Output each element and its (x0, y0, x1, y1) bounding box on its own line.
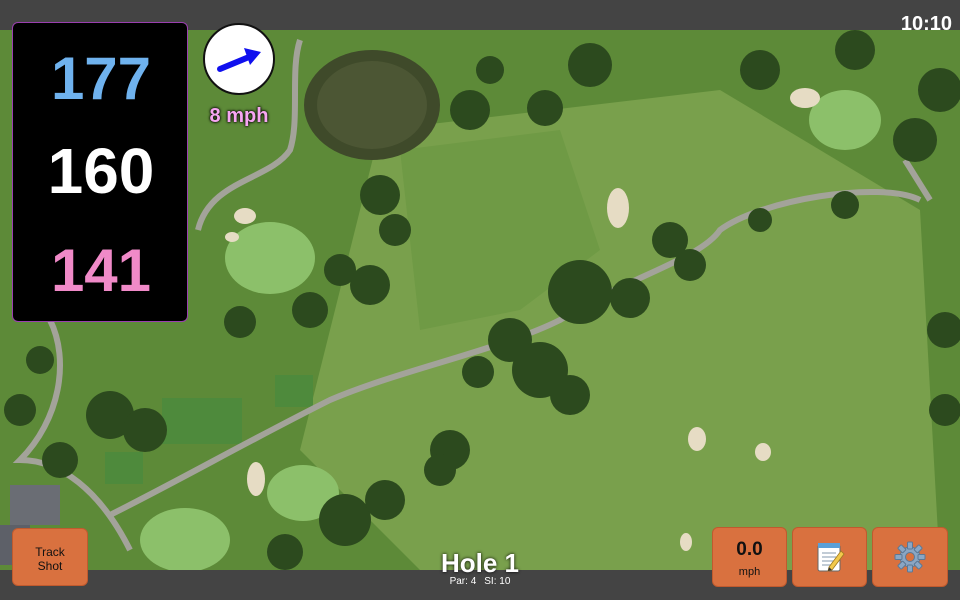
speed-unit: mph (738, 566, 761, 578)
hole-info: Par: 4 SI: 10 (380, 577, 580, 587)
notes-button[interactable] (792, 527, 867, 587)
speed-value: 0.0 (736, 539, 763, 560)
bunker (688, 427, 706, 451)
back-distance: 177 (50, 45, 152, 112)
bunker (247, 462, 265, 496)
gear-icon (894, 541, 926, 573)
si-label: SI: 10 (484, 576, 511, 587)
bunker (234, 208, 256, 224)
bunker (680, 533, 692, 551)
green-bottom-left (140, 508, 230, 570)
settings-button[interactable] (872, 527, 948, 587)
arrow-icon (217, 48, 261, 72)
wind-indicator (203, 23, 275, 95)
bunker (755, 443, 771, 461)
green-left (225, 222, 315, 294)
building (10, 485, 60, 525)
track-shot-label: Track Shot (35, 545, 65, 573)
hole-title: Hole 1 (440, 548, 520, 578)
par-label: Par: 4 (449, 576, 477, 587)
wind-speed: 8 mph (209, 105, 269, 127)
notepad-icon (817, 543, 845, 572)
track-shot-button[interactable]: Track Shot (12, 528, 88, 586)
bunker (607, 188, 629, 228)
middle-distance: 160 (47, 135, 155, 207)
front-distance: 141 (50, 237, 152, 304)
speed-button[interactable]: 0.0 mph (712, 527, 787, 587)
bunker (790, 88, 820, 108)
bunker (225, 232, 239, 242)
distance-panel: 177 160 141 (12, 22, 188, 322)
